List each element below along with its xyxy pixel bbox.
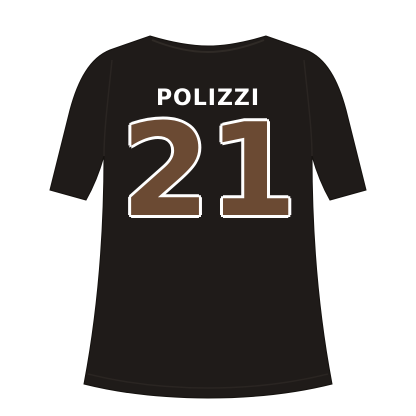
player-number: 21	[120, 97, 297, 246]
product-image: POLIZZI 21	[0, 0, 416, 416]
